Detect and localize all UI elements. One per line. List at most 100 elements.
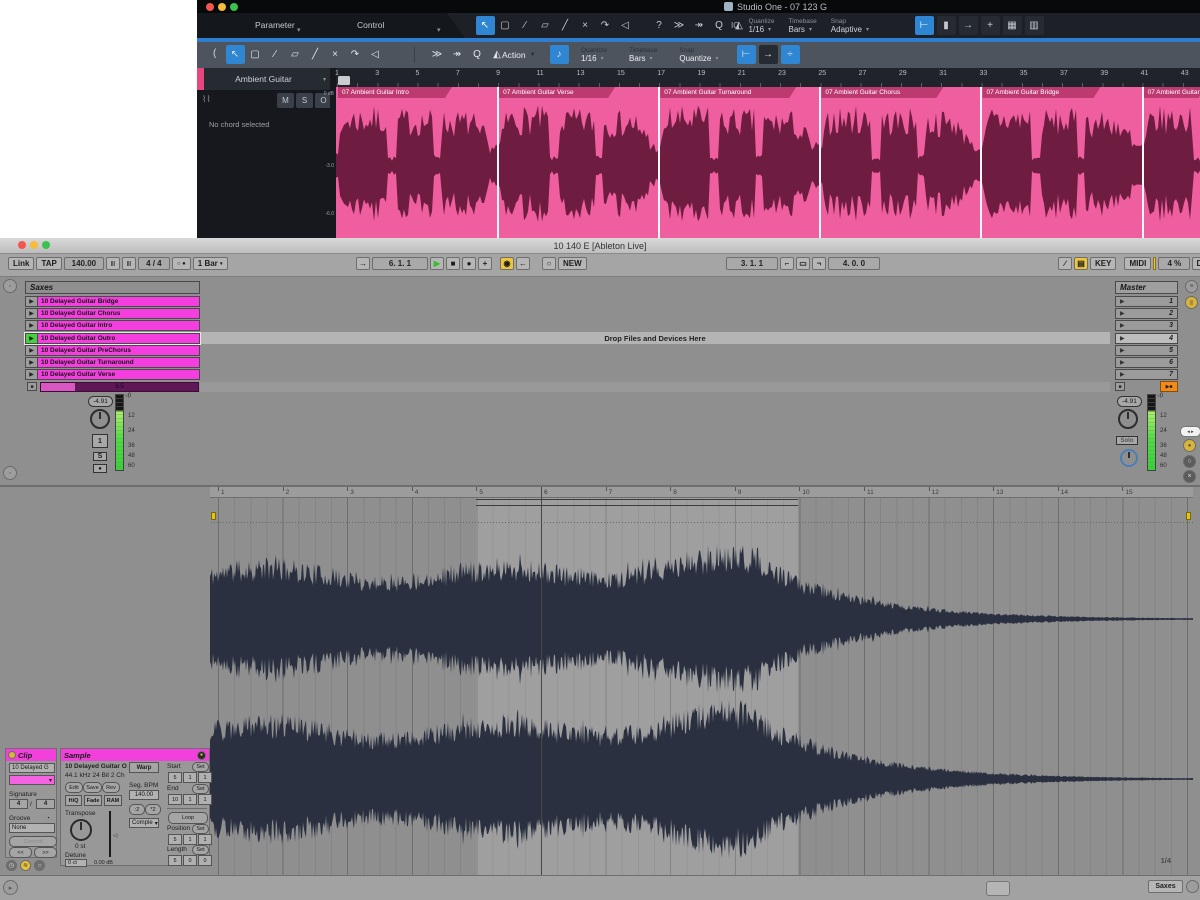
scene-slot[interactable]: ▶3 [1115, 320, 1178, 331]
bend-tool-icon[interactable]: ↷ [346, 45, 365, 64]
track-arm-button[interactable]: ● [93, 464, 107, 473]
returns-toggle[interactable]: ○ [1183, 455, 1196, 468]
pencil-tool-icon[interactable]: ∕ [516, 16, 535, 35]
punch-out-button[interactable]: ¬ [812, 257, 826, 270]
quantization-menu[interactable]: 1 Bar ▾ [193, 257, 228, 270]
chevron-down-icon[interactable]: ▾ [323, 76, 326, 83]
select-tool-icon[interactable]: ↖ [476, 16, 495, 35]
nudge-up-button[interactable]: ||| [122, 257, 136, 270]
clip-slot[interactable]: ▶10 Delayed Guitar Intro [25, 320, 200, 331]
loop-marker[interactable] [338, 76, 350, 85]
zoom-icon[interactable]: Q [710, 16, 729, 35]
groove-select[interactable]: None [9, 823, 55, 833]
loop-start-field[interactable]: 3. 1. 1 [726, 257, 778, 270]
overdub-button[interactable]: + [478, 257, 492, 270]
pencil-tool-icon[interactable]: ∕ [266, 45, 285, 64]
scene-launch-button[interactable]: ▶ [1120, 347, 1125, 354]
clip-slot[interactable]: ▶10 Delayed Guitar Bridge [25, 296, 200, 307]
clip-label-flag[interactable]: 07 Ambient Guitar Bridge [982, 87, 1100, 98]
clip-launch-button[interactable]: ▶ [26, 346, 38, 355]
edit-button[interactable]: Edit [65, 782, 83, 793]
key-map-button[interactable]: KEY [1090, 257, 1116, 270]
play-from-icon[interactable]: ↠ [690, 16, 709, 35]
scene-slot[interactable]: ▶7 [1115, 369, 1178, 380]
clip-launch-button[interactable]: ▶ [26, 321, 38, 330]
clip-slot[interactable]: ▶10 Delayed Guitar Outro [25, 333, 200, 344]
master-solo-button[interactable]: Solo [1116, 436, 1138, 445]
tempo-field[interactable]: 140.00 [64, 257, 104, 270]
line-tool-icon[interactable]: ╱ [556, 16, 575, 35]
follow-button[interactable]: → [356, 257, 370, 270]
listen-tool-icon[interactable]: ◁ [616, 16, 635, 35]
clip-stop-button[interactable]: ■ [27, 382, 37, 391]
end-set-button[interactable]: Set [192, 784, 209, 794]
close-button[interactable] [206, 3, 214, 11]
clip-launch-button[interactable]: ▶ [26, 297, 38, 306]
position-value[interactable]: 511 [168, 834, 212, 845]
show-browser-toggle[interactable]: ◦ [3, 279, 17, 293]
draw-mode-button[interactable]: ∕ [1058, 257, 1072, 270]
commit-button[interactable]: Commit [9, 836, 57, 847]
signature-numerator[interactable]: 4 [9, 799, 28, 809]
mixer-toggle[interactable]: × [1183, 470, 1196, 483]
stop-button[interactable]: ■ [446, 257, 460, 270]
snap-group[interactable]: Snap Quantize▾ [679, 47, 718, 63]
end-value[interactable]: 1011 [168, 794, 212, 805]
half-tempo-button[interactable]: :2 [129, 804, 145, 815]
range-tool-icon[interactable]: ▢ [246, 45, 265, 64]
bend-tool-icon[interactable]: ↷ [596, 16, 615, 35]
track-name[interactable]: Ambient Guitar [197, 74, 330, 84]
loop-button[interactable]: ▭ [796, 257, 810, 270]
ram-button[interactable]: RAM [104, 795, 122, 806]
drop-zone[interactable]: Drop Files and Devices Here [200, 332, 1110, 344]
macro-controls-icon[interactable]: ▥ [1025, 16, 1044, 35]
listen-tool-icon[interactable]: ◁ [366, 45, 385, 64]
clip-label-flag[interactable]: 07 Ambient Guitar Verse [499, 87, 615, 98]
clip-label-flag[interactable]: 07 Ambient Guitar Turnaround [660, 87, 796, 98]
clip-slot[interactable]: ▶10 Delayed Guitar Chorus [25, 308, 200, 319]
scene-slot[interactable]: ▶2 [1115, 308, 1178, 319]
divide-icon[interactable]: ÷ [781, 45, 800, 64]
control-menu[interactable]: Control [357, 20, 384, 30]
iq-label[interactable]: IQ [731, 21, 739, 30]
arrangement-waveform[interactable]: 07 Ambient Guitar Intro07 Ambient Guitar… [336, 87, 1200, 238]
zoom-out-button[interactable] [986, 881, 1010, 896]
help-icon[interactable]: ? [650, 16, 669, 35]
quantize-group[interactable]: Quantize 1/16▾ [748, 18, 774, 34]
loop-length-field[interactable]: 4. 0. 0 [828, 257, 880, 270]
transpose-knob[interactable] [70, 819, 92, 841]
start-set-button[interactable]: Set [192, 762, 209, 772]
line-tool-icon[interactable]: ╱ [306, 45, 325, 64]
nudge-down-button[interactable]: ||| [106, 257, 120, 270]
track-select-button[interactable]: Saxes [1148, 880, 1183, 893]
zoom-button[interactable] [230, 3, 238, 11]
solo-button[interactable]: S [296, 93, 313, 108]
track-title[interactable]: Saxes [25, 281, 200, 294]
scene-launch-button[interactable]: ▶ [1120, 322, 1125, 329]
minimize-button[interactable] [218, 3, 226, 11]
track-solo-button[interactable]: S [93, 452, 107, 461]
groove-icon[interactable]: ◔ [46, 815, 50, 822]
timeline-ruler[interactable]: 135791113151719212325272931333537394143 [336, 68, 1200, 87]
clip-launch-button[interactable]: ▶ [26, 334, 38, 343]
snap-group[interactable]: Snap Adaptive▾ [831, 18, 869, 34]
autoscroll-icon[interactable]: ≫ [428, 45, 447, 64]
automation-arm-button[interactable]: ◉ [500, 257, 514, 270]
sample-box-header[interactable]: Sample ● [61, 749, 209, 761]
master-volume-field[interactable]: -4.91 [1117, 396, 1142, 407]
warp-button[interactable]: Warp [129, 762, 159, 773]
clip-label-flag[interactable]: 07 Ambient Guitar Chorus [821, 87, 943, 98]
tap-tempo-button[interactable]: TAP [36, 257, 61, 270]
clip-ruler[interactable]: 123456789101112131415 [210, 487, 1193, 498]
zoom-icon[interactable]: Q [468, 45, 487, 64]
quantize-note-icon[interactable]: ♪ [550, 45, 569, 64]
gain-slider[interactable] [109, 811, 111, 857]
overview-toggle[interactable]: ≡ [1185, 280, 1198, 293]
detune-field[interactable]: 0 ct [65, 859, 87, 867]
midi-map-button[interactable]: MIDI [1124, 257, 1151, 270]
action-menu[interactable]: Action ▼ [502, 42, 536, 68]
start-value[interactable]: 511 [168, 772, 212, 783]
scene-slot[interactable]: ▶5 [1115, 345, 1178, 356]
eraser-tool-icon[interactable]: ▱ [286, 45, 305, 64]
sample-display[interactable]: 1/4 [210, 498, 1193, 875]
